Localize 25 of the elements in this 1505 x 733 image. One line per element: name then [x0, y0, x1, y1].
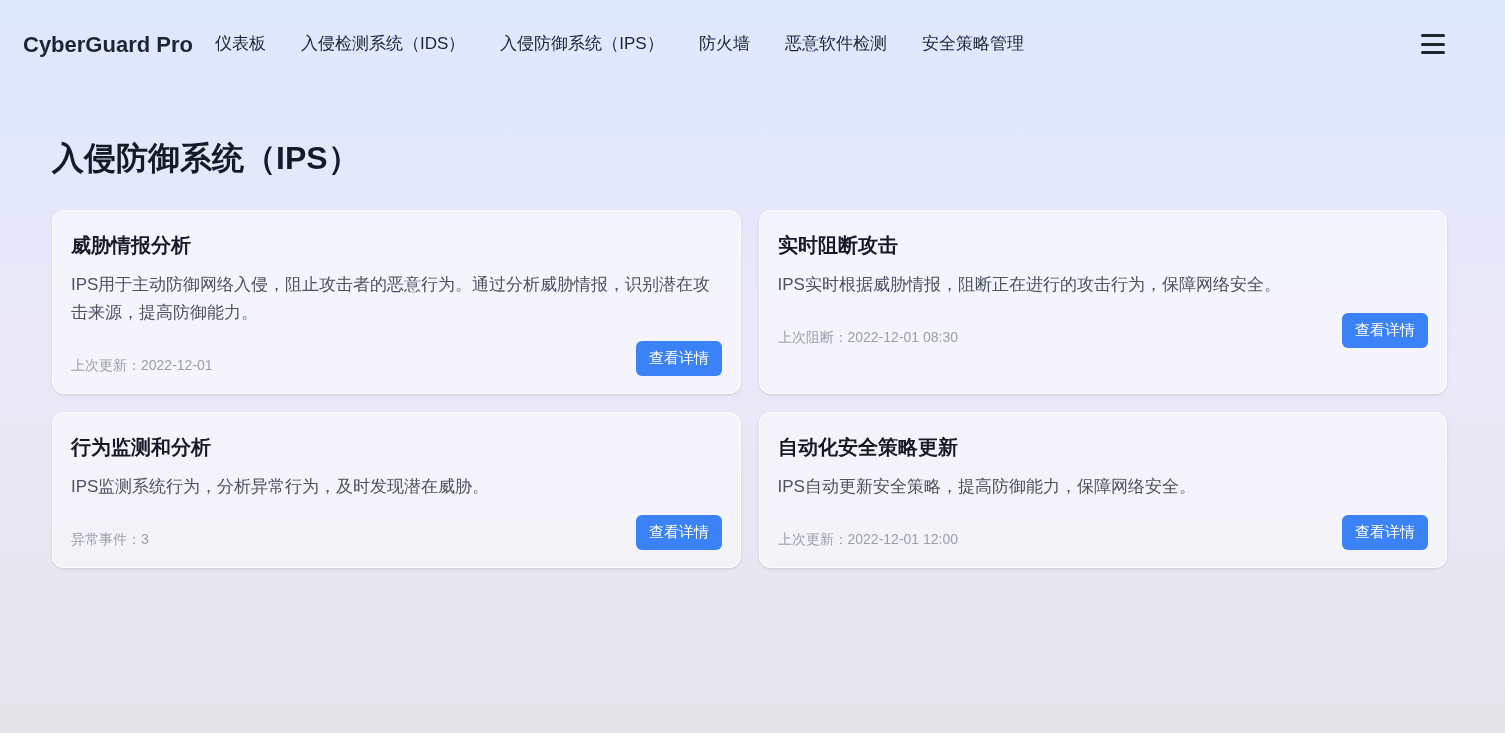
nav-link[interactable]: 恶意软件检测: [784, 31, 887, 57]
card-meta: 异常事件：3: [71, 530, 149, 549]
card-description: IPS监测系统行为，分析异常行为，及时发现潜在威胁。: [71, 476, 491, 498]
card-meta: 上次更新：2022-12-01: [71, 356, 213, 375]
nav-link[interactable]: 入侵防御系统（IPS）: [500, 31, 664, 57]
page-title: 入侵防御系统（IPS）: [52, 139, 361, 178]
details-button[interactable]: 查看详情: [1342, 515, 1428, 550]
card-description: IPS自动更新安全策略，提高防御能力，保障网络安全。: [777, 476, 1197, 498]
card-title: 行为监测和分析: [71, 435, 212, 460]
card-title: 威胁情报分析: [71, 233, 192, 258]
details-button[interactable]: 查看详情: [635, 341, 722, 376]
card-meta: 上次更新：2022-12-01 12:00: [777, 530, 959, 549]
details-button[interactable]: 查看详情: [635, 515, 722, 550]
card-description: IPS实时根据威胁情报，阻断正在进行的攻击行为，保障网络安全。: [777, 274, 1282, 296]
nav-link[interactable]: 入侵检测系统（IDS）: [300, 31, 466, 57]
logo-text: CyberGuard Pro: [23, 30, 193, 59]
nav-link[interactable]: 仪表板: [214, 31, 266, 57]
menu-icon[interactable]: [1421, 34, 1445, 54]
card-title: 实时阻断攻击: [777, 233, 899, 258]
nav-link[interactable]: 防火墙: [698, 31, 750, 57]
nav-link[interactable]: 安全策略管理: [921, 31, 1024, 57]
details-button[interactable]: 查看详情: [1342, 313, 1428, 348]
card-title: 自动化安全策略更新: [777, 435, 959, 460]
card-description: IPS用于主动防御网络入侵，阻止攻击者的恶意行为。通过分析威胁情报，识别潜在攻击来源，提高防御能力。: [71, 274, 712, 324]
card-meta: 上次阻断：2022-12-01 08:30: [777, 328, 959, 347]
